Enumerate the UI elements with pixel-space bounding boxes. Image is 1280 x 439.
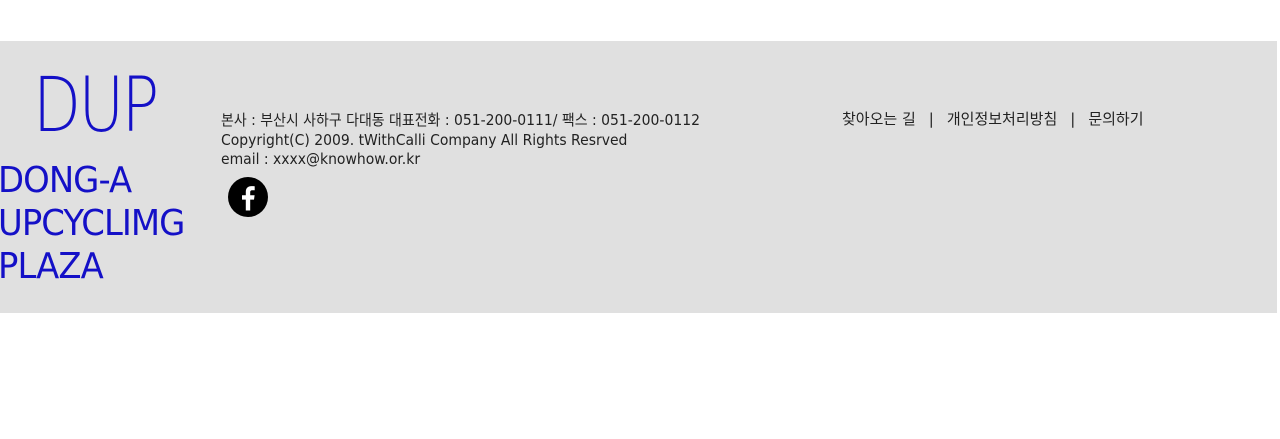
- link-contact[interactable]: 문의하기: [1088, 109, 1143, 129]
- logo-mark[interactable]: DUP: [33, 67, 159, 143]
- email-text: email : xxxx@knowhow.or.kr: [221, 150, 421, 168]
- footer-links: 찾아오는 길 | 개인정보처리방침 | 문의하기: [842, 109, 1144, 129]
- address-text: 본사 : 부산시 사하구 다대동 대표전화 : 051-200-0111/ 팩스…: [221, 111, 700, 129]
- logo-line-2: UPCYCLIMG: [0, 203, 185, 244]
- site-footer: DUP DONG-A UPCYCLIMG PLAZA 본사 : 부산시 사하구 …: [0, 41, 1277, 313]
- facebook-link[interactable]: [227, 176, 269, 218]
- link-separator: |: [928, 110, 934, 128]
- logo-text[interactable]: DONG-A UPCYCLIMG PLAZA: [0, 159, 196, 288]
- copyright-text: Copyright(C) 2009. tWithCalli Company Al…: [221, 130, 628, 149]
- link-privacy-policy[interactable]: 개인정보처리방침: [947, 109, 1057, 129]
- link-directions[interactable]: 찾아오는 길: [842, 109, 916, 129]
- link-separator: |: [1070, 110, 1076, 128]
- facebook-icon: [228, 177, 268, 217]
- company-info: 본사 : 부산시 사하구 다대동 대표전화 : 051-200-0111/ 팩스…: [221, 111, 736, 170]
- logo-line-1: DONG-A: [0, 160, 132, 201]
- logo-line-3: PLAZA: [0, 246, 104, 287]
